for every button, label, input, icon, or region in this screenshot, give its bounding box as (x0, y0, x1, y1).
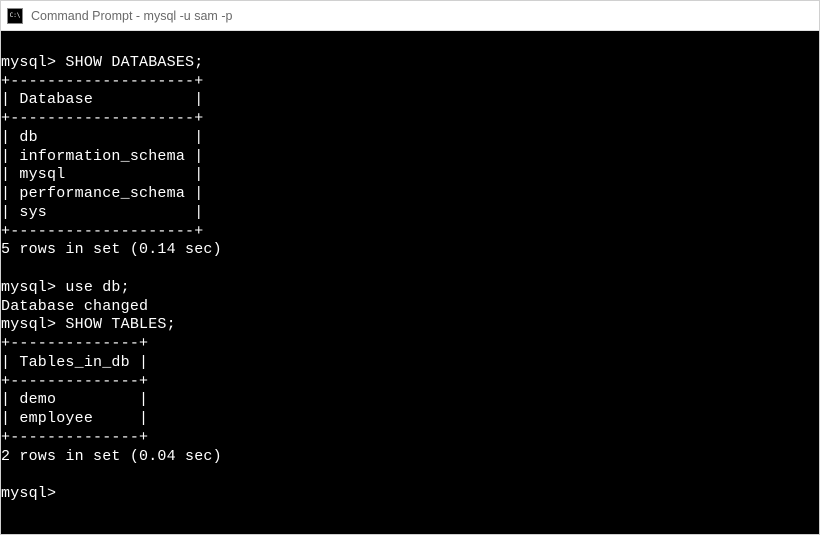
table-row: | db | (1, 129, 203, 146)
prompt: mysql> (1, 485, 56, 502)
table-row: | mysql | (1, 166, 203, 183)
app-icon (7, 8, 23, 24)
blank-line (1, 260, 10, 277)
result-footer: 5 rows in set (0.14 sec) (1, 241, 222, 258)
command: SHOW TABLES; (65, 316, 175, 333)
prompt: mysql> (1, 54, 56, 71)
table-row: | information_schema | (1, 148, 203, 165)
table-border: +--------------------+ (1, 223, 203, 240)
table-row: | sys | (1, 204, 203, 221)
prompt-line: mysql> (1, 485, 56, 502)
prompt-line: mysql> SHOW TABLES; (1, 316, 176, 333)
table-header: | Tables_in_db | (1, 354, 148, 371)
prompt-line: mysql> SHOW DATABASES; (1, 54, 203, 71)
window-title: Command Prompt - mysql -u sam -p (31, 9, 232, 23)
prompt-line: mysql> use db; (1, 279, 130, 296)
table-row: | employee | (1, 410, 148, 427)
table-border: +--------------------+ (1, 73, 203, 90)
table-border: +--------------------+ (1, 110, 203, 127)
table-row: | performance_schema | (1, 185, 203, 202)
blank-line (1, 466, 10, 483)
table-border: +--------------+ (1, 429, 148, 446)
prompt: mysql> (1, 279, 56, 296)
table-border: +--------------+ (1, 373, 148, 390)
table-row: | demo | (1, 391, 148, 408)
command: SHOW DATABASES; (65, 54, 203, 71)
terminal-output[interactable]: mysql> SHOW DATABASES; +----------------… (1, 31, 819, 534)
table-border: +--------------+ (1, 335, 148, 352)
result-footer: 2 rows in set (0.04 sec) (1, 448, 222, 465)
titlebar[interactable]: Command Prompt - mysql -u sam -p (1, 1, 819, 31)
message: Database changed (1, 298, 148, 315)
command-prompt-window: Command Prompt - mysql -u sam -p mysql> … (0, 0, 820, 535)
table-header: | Database | (1, 91, 203, 108)
prompt: mysql> (1, 316, 56, 333)
command: use db; (65, 279, 129, 296)
